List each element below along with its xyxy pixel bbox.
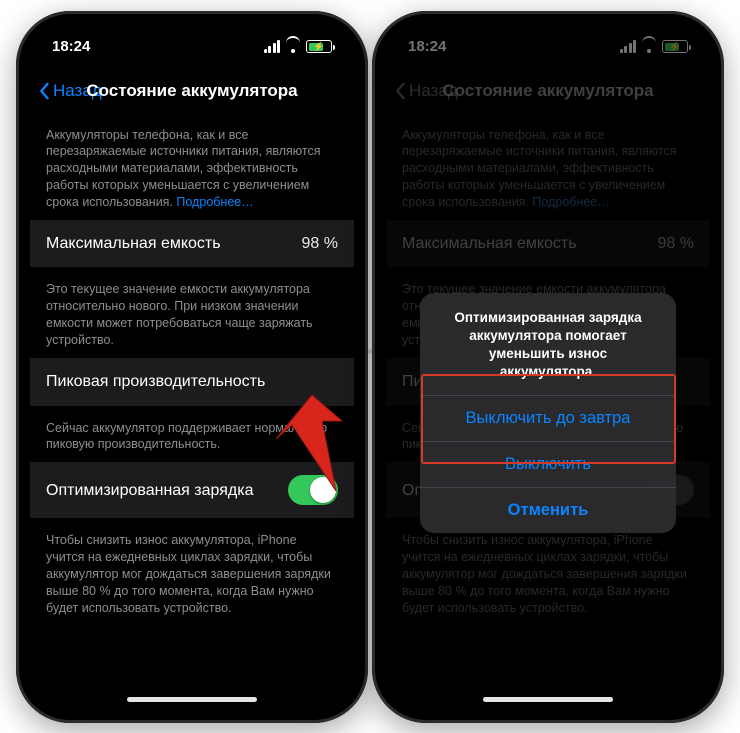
- chevron-left-icon: [38, 82, 50, 100]
- optimized-toggle[interactable]: [288, 475, 338, 505]
- notch: [112, 25, 272, 53]
- phone-left: 18:24 ⚡ Назад Состояние аккумулятора Акк…: [16, 11, 368, 723]
- back-label: Назад: [53, 81, 102, 101]
- phone-right: 18:24 ⚡ Назад Состояние аккумулятора Акк…: [372, 11, 724, 723]
- capacity-label: Максимальная емкость: [46, 233, 221, 255]
- peak-footer: Сейчас аккумулятор поддерживает нормальн…: [30, 406, 354, 462]
- capacity-cell[interactable]: Максимальная емкость 98 %: [30, 219, 354, 268]
- content-area: Аккумуляторы телефона, как и все перезар…: [30, 113, 354, 709]
- intro-text: Аккумуляторы телефона, как и все перезар…: [30, 113, 354, 219]
- optimized-footer: Чтобы снизить износ аккумулятора, iPhone…: [30, 518, 354, 624]
- peak-label: Пиковая производительность: [46, 371, 265, 393]
- nav-bar: Назад Состояние аккумулятора: [30, 69, 354, 113]
- home-indicator[interactable]: [483, 697, 613, 702]
- sheet-cancel[interactable]: Отменить: [420, 487, 676, 533]
- sheet-title: Оптимизированная зарядка аккумулятора по…: [420, 293, 676, 396]
- optimized-label: Оптимизированная зарядка: [46, 480, 253, 502]
- optimized-cell: Оптимизированная зарядка: [30, 461, 354, 518]
- sheet-option-tomorrow[interactable]: Выключить до завтра: [420, 395, 676, 441]
- sheet-option-off[interactable]: Выключить: [420, 441, 676, 487]
- capacity-footer: Это текущее значение емкости аккумулятор…: [30, 267, 354, 357]
- battery-icon: ⚡: [306, 40, 332, 53]
- back-button[interactable]: Назад: [30, 81, 102, 101]
- status-time: 18:24: [52, 38, 90, 55]
- peak-cell[interactable]: Пиковая производительность: [30, 357, 354, 406]
- wifi-icon: [285, 41, 301, 53]
- capacity-value: 98 %: [302, 233, 338, 255]
- home-indicator[interactable]: [127, 697, 257, 702]
- action-sheet: Оптимизированная зарядка аккумулятора по…: [420, 293, 676, 534]
- learn-more-link[interactable]: Подробнее…: [176, 195, 253, 209]
